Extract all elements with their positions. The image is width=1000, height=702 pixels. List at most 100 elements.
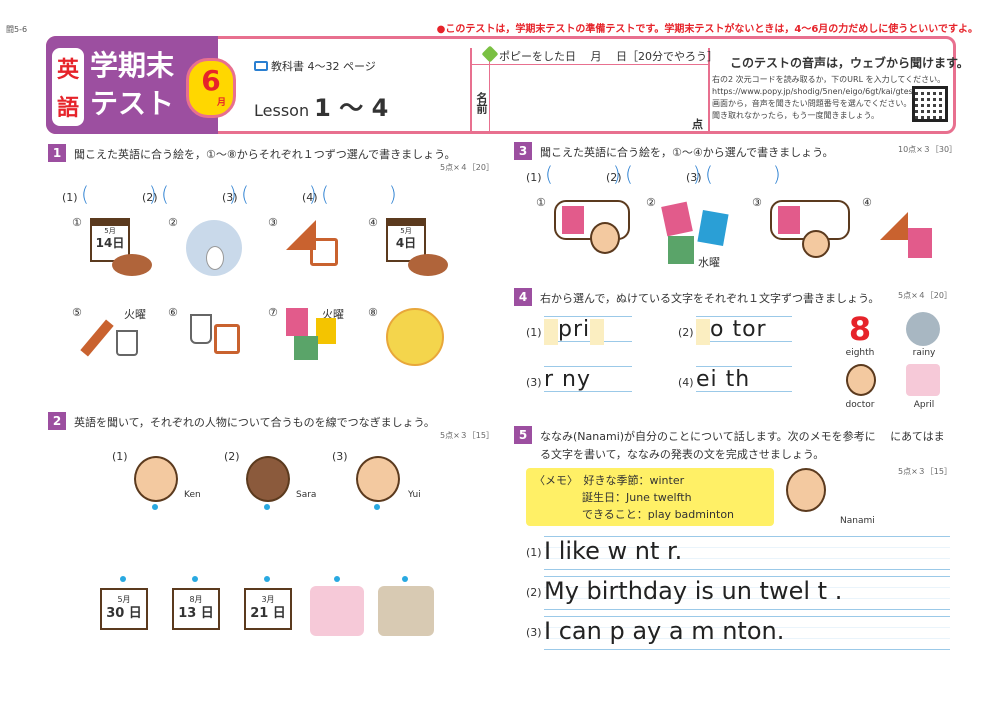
girl-face-icon	[802, 230, 830, 258]
item-label: (2)	[678, 326, 694, 339]
connect-dot[interactable]	[264, 504, 270, 510]
calendar-icon: 5月 30 日	[100, 588, 148, 630]
subject-char: 語	[56, 96, 79, 121]
hint-word: doctor	[845, 400, 875, 410]
write-line[interactable]: o tor	[696, 316, 792, 345]
picture-label: ②	[168, 216, 178, 229]
picture-label: ①	[72, 216, 82, 229]
line-label: (1)	[526, 546, 542, 559]
picture-label: ③	[268, 216, 278, 229]
connect-dot[interactable]	[152, 504, 158, 510]
beaker-icon	[116, 330, 138, 356]
month-label: 月	[216, 98, 226, 108]
book-icon	[254, 61, 268, 71]
points: 5点×３［15］	[898, 467, 952, 476]
hint-word: rainy	[912, 348, 936, 358]
line-label: (2)	[526, 586, 542, 599]
calendar-icon: 8月 13 日	[172, 588, 220, 630]
question-text: ななみ(Nanami)が自分のことについて話します。次のメモを参考に にあてはま	[540, 430, 945, 443]
item-label: (4)	[678, 376, 694, 389]
person-name: Ken	[184, 490, 201, 500]
textbook-icon	[778, 206, 800, 234]
lesson-range: Lesson 1 ～ 4	[254, 94, 389, 122]
question-text: 右から選んで，ぬけている文字をそれぞれ１文字ずつ書きましょう。	[540, 292, 880, 305]
write-line[interactable]: pri	[544, 316, 632, 345]
write-line[interactable]: My birthday is un twel t .	[544, 576, 950, 610]
write-line[interactable]: ei th	[696, 366, 792, 392]
connect-dot[interactable]	[120, 576, 126, 582]
answer-slot[interactable]: (4) ( )	[302, 178, 397, 207]
connect-dot[interactable]	[192, 576, 198, 582]
spring-scene-icon	[310, 586, 364, 636]
picture-label: ⑤	[72, 306, 82, 319]
page-code: 闘5-6	[6, 25, 28, 34]
connect-dot[interactable]	[374, 504, 380, 510]
person-label: (2)	[224, 450, 240, 463]
book-icon	[294, 336, 318, 360]
number-eight-icon: 8	[848, 310, 872, 348]
points: 10点×３［30］	[898, 145, 958, 154]
girl-face-icon	[356, 456, 400, 502]
test-title: テスト	[90, 87, 175, 120]
web-description: 右の2 次元コードを読み取るか，下のURL を入力してください。 https:/…	[712, 75, 946, 120]
month-badge: 6 月	[186, 58, 236, 118]
blank-box[interactable]	[544, 318, 558, 345]
girl-face-icon	[246, 456, 290, 502]
web-title: このテストの音声は，ウェブから聞けます。	[730, 56, 969, 70]
test-tube-icon	[190, 314, 212, 344]
textbook-pages: 教科書 4～32 ページ	[254, 58, 376, 74]
spring-scene-icon	[906, 364, 940, 396]
cake-icon	[112, 254, 152, 276]
blank-box[interactable]	[590, 318, 605, 345]
connect-dot[interactable]	[264, 576, 270, 582]
score-label: 点	[692, 118, 703, 131]
book-icon	[668, 236, 694, 264]
apron-icon	[214, 324, 240, 354]
book-icon	[908, 228, 932, 258]
person-name: Yui	[408, 490, 421, 500]
doctor-face-icon	[590, 222, 620, 254]
write-line[interactable]: I like w nt r.	[544, 536, 950, 570]
picture-label: ④	[368, 216, 378, 229]
question-number: 2	[48, 412, 66, 430]
qr-code-icon[interactable]	[912, 86, 948, 122]
poppy-date: ポピーをした日 月 日［20分でやろう］	[481, 45, 718, 64]
apron-icon	[310, 238, 338, 266]
picture-label: ①	[536, 196, 546, 209]
book-icon	[286, 308, 308, 336]
question-number: 4	[514, 288, 532, 306]
item-label: (1)	[526, 326, 542, 339]
person-label: (1)	[112, 450, 128, 463]
calendar-icon: 3月 21 日	[244, 588, 292, 630]
poppy-divider	[470, 64, 710, 65]
connect-dot[interactable]	[402, 576, 408, 582]
write-line[interactable]: I can p ay a m nton.	[544, 616, 950, 650]
write-line[interactable]: r ny	[544, 366, 632, 392]
cake-icon	[408, 254, 448, 276]
sun-icon	[386, 308, 444, 366]
boy-face-icon	[134, 456, 178, 502]
question-number: 5	[514, 426, 532, 444]
notice-text: ●このテストは，学期末テストの準備テストです。学期末テストがないときは，4～6月…	[436, 24, 978, 35]
points: 5点×４［20］	[440, 163, 494, 172]
question-text: 英語を聞いて，それぞれの人物について合うものを線でつなぎましょう。	[74, 416, 435, 429]
points: 5点×３［15］	[440, 431, 494, 440]
autumn-scene-icon	[378, 586, 434, 636]
person-name: Nanami	[840, 516, 875, 526]
blank-box[interactable]	[696, 318, 710, 345]
answer-slot[interactable]: (3) ( )	[686, 158, 781, 187]
book-icon	[661, 201, 693, 237]
subject-char: 英	[56, 58, 79, 83]
hint-word: eighth	[845, 348, 875, 358]
test-title: 学期末	[90, 49, 175, 82]
picture-label: ②	[646, 196, 656, 209]
picture-label: ⑥	[168, 306, 178, 319]
textbook-icon	[562, 206, 584, 234]
question-text: 聞こえた英語に合う絵を，①～⑧からそれぞれ１つずつ選んで書きましょう。	[74, 148, 456, 161]
connect-dot[interactable]	[334, 576, 340, 582]
memo-note: 〈メモ〉 好きな季節：winter 誕生日：June twelfth できること…	[526, 468, 774, 526]
picture-label: ③	[752, 196, 762, 209]
book-icon	[697, 209, 729, 247]
picture-label: ④	[862, 196, 872, 209]
line-label: (3)	[526, 626, 542, 639]
